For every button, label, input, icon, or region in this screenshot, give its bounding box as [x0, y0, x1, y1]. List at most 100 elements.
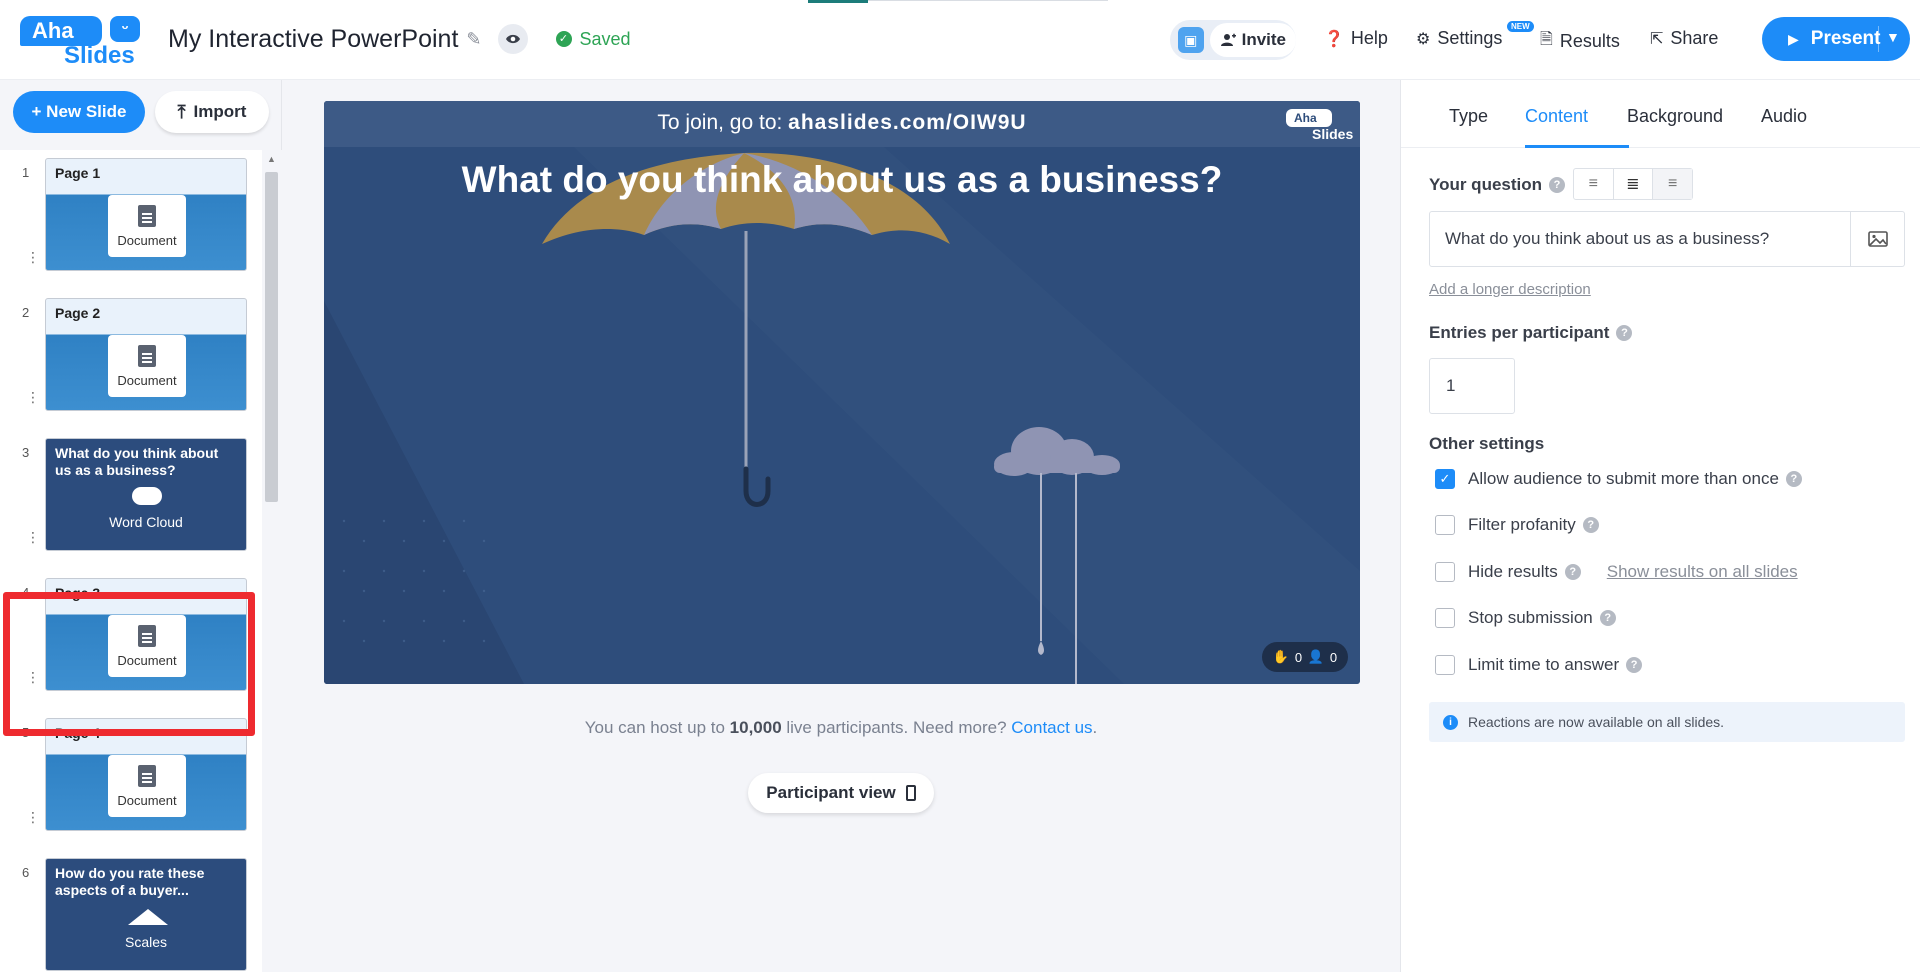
slide-title: How do you rate these aspects of a buyer… — [55, 865, 205, 898]
slide-item[interactable]: 2 Page 2 Document ⋮ — [0, 290, 262, 430]
top-bar: Aha ᵕ Slides My Interactive PowerPoint ✎… — [0, 0, 1920, 80]
add-image-button[interactable] — [1851, 211, 1905, 267]
text-align-group: ≡ ≣ ≡ — [1573, 168, 1693, 200]
slide-item[interactable]: 6 How do you rate these aspects of a buy… — [0, 850, 262, 972]
slide-thumbnail[interactable]: Page 2 Document — [45, 298, 247, 411]
align-left-icon[interactable]: ≡ — [1574, 169, 1614, 199]
user-icon: 👤 — [1307, 649, 1325, 664]
slide-number: 3 — [22, 445, 30, 460]
cloud-icon — [132, 487, 162, 505]
checkbox[interactable] — [1435, 655, 1455, 675]
tab-type[interactable]: Type — [1449, 106, 1488, 127]
sidebar-scrollbar[interactable]: ▲ — [262, 150, 282, 972]
slide-thumbnail[interactable]: How do you rate these aspects of a buyer… — [45, 858, 247, 971]
help-label: Help — [1350, 28, 1388, 48]
slide-number: 2 — [22, 305, 30, 320]
app-logo[interactable]: Aha ᵕ Slides — [20, 16, 142, 69]
host-note-end: . — [1092, 718, 1098, 737]
info-icon: i — [1443, 714, 1458, 730]
entries-input[interactable] — [1429, 358, 1515, 414]
user-plus-icon — [1220, 33, 1236, 46]
share-label: Share — [1670, 28, 1719, 48]
checkbox-checked[interactable]: ✓ — [1435, 469, 1455, 489]
results-menu[interactable]: 🗎 Results — [1540, 28, 1620, 55]
join-instructions: To join, go to: ahaslides.com/OIW9U — [324, 111, 1360, 135]
document-icon — [138, 764, 156, 787]
editor-canvas: To join, go to: ahaslides.com/OIW9U Aha … — [282, 80, 1400, 972]
more-vertical-icon[interactable]: ⋮ — [26, 250, 40, 264]
share-menu[interactable]: ⇱ Share — [1650, 28, 1718, 49]
invite-button[interactable]: Invite — [1209, 23, 1296, 57]
help-icon[interactable]: ? — [1599, 610, 1616, 626]
slide-thumbnail[interactable]: Page 1 Document — [45, 158, 247, 271]
help-icon[interactable]: ? — [1549, 177, 1566, 193]
setting-limit-time[interactable]: Limit time to answer ? — [1435, 655, 1643, 675]
slide-type-label: Scales — [124, 934, 168, 950]
help-icon[interactable]: ? — [1616, 325, 1633, 341]
presentation-title[interactable]: My Interactive PowerPoint — [168, 25, 458, 54]
tab-background[interactable]: Background — [1627, 106, 1723, 127]
slide-title: Page 1 — [55, 165, 101, 181]
help-icon[interactable]: ? — [1626, 657, 1643, 673]
pencil-icon[interactable]: ✎ — [466, 29, 481, 50]
gear-icon: ⚙ — [1416, 30, 1431, 48]
slide-item-selected[interactable]: 3 What do you think about us as a busine… — [0, 430, 262, 570]
share-icon: ⇱ — [1650, 30, 1664, 48]
help-menu[interactable]: ❓ Help — [1324, 28, 1388, 49]
upload-icon: ⤒ — [177, 101, 186, 122]
file-chart-icon: 🗎 — [1540, 31, 1553, 48]
contact-us-link[interactable]: Contact us — [1011, 718, 1092, 737]
setting-filter-profanity[interactable]: Filter profanity ? — [1435, 515, 1599, 535]
scrollbar-thumb[interactable] — [265, 172, 278, 502]
tab-audio[interactable]: Audio — [1761, 106, 1807, 127]
logo-slides-text: Slides — [64, 42, 135, 69]
align-center-icon[interactable]: ≣ — [1614, 169, 1654, 199]
align-right-icon[interactable]: ≡ — [1653, 169, 1693, 199]
checkbox[interactable] — [1435, 562, 1455, 582]
help-icon[interactable]: ? — [1564, 564, 1581, 580]
show-results-link[interactable]: Show results on all slides — [1607, 562, 1798, 582]
preview-button[interactable] — [497, 24, 528, 54]
slide-type-badge: Document — [108, 755, 186, 817]
more-vertical-icon[interactable]: ⋮ — [26, 390, 40, 404]
your-question-text: Your question — [1429, 175, 1543, 194]
join-url: ahaslides.com/OIW9U — [788, 111, 1027, 134]
settings-menu[interactable]: ⚙ Settings — [1416, 28, 1502, 49]
hand-icon: ✋ — [1272, 649, 1290, 664]
your-question-label: Your question ? — [1429, 175, 1566, 195]
setting-allow-multiple[interactable]: ✓ Allow audience to submit more than onc… — [1435, 469, 1802, 489]
present-divider — [1878, 26, 1879, 52]
progress-accent — [808, 0, 868, 3]
checkbox[interactable] — [1435, 608, 1455, 628]
question-input[interactable] — [1429, 211, 1851, 267]
present-button[interactable]: ▶ Present ▼ — [1762, 17, 1910, 61]
import-button[interactable]: ⤒ Import — [155, 91, 269, 133]
stage-logo: Aha Slides — [1286, 109, 1353, 143]
participant-view-label: Participant view — [766, 783, 896, 802]
slide-preview[interactable]: To join, go to: ahaslides.com/OIW9U Aha … — [324, 101, 1360, 684]
invite-group: ▣ Invite — [1170, 20, 1296, 60]
slide-type-label: Word Cloud — [109, 514, 183, 530]
help-icon[interactable]: ? — [1582, 517, 1599, 533]
play-icon: ▶ — [1788, 30, 1799, 47]
scroll-up-icon[interactable]: ▲ — [267, 154, 276, 164]
setting-stop-submission[interactable]: Stop submission ? — [1435, 608, 1616, 628]
setting-label: Hide results — [1468, 562, 1558, 581]
chevron-down-icon[interactable]: ▼ — [1886, 29, 1900, 45]
more-vertical-icon[interactable]: ⋮ — [26, 810, 40, 824]
setting-hide-results[interactable]: Hide results ? Show results on all slide… — [1435, 562, 1798, 582]
tab-content[interactable]: Content — [1525, 106, 1588, 127]
setting-label: Limit time to answer — [1468, 655, 1620, 674]
add-description-link[interactable]: Add a longer description — [1429, 281, 1591, 298]
more-vertical-icon[interactable]: ⋮ — [26, 530, 40, 544]
progress-track — [868, 0, 1108, 1]
slide-item[interactable]: 1 Page 1 Document ⋮ — [0, 150, 262, 290]
new-slide-button[interactable]: + New Slide — [13, 91, 145, 133]
participant-view-button[interactable]: Participant view — [748, 773, 934, 813]
help-icon[interactable]: ? — [1785, 471, 1802, 487]
present-label: Present — [1810, 28, 1881, 49]
qr-icon[interactable]: ▣ — [1178, 27, 1204, 53]
mountain-icon — [128, 909, 168, 925]
slide-thumbnail[interactable]: What do you think about us as a business… — [45, 438, 247, 551]
checkbox[interactable] — [1435, 515, 1455, 535]
